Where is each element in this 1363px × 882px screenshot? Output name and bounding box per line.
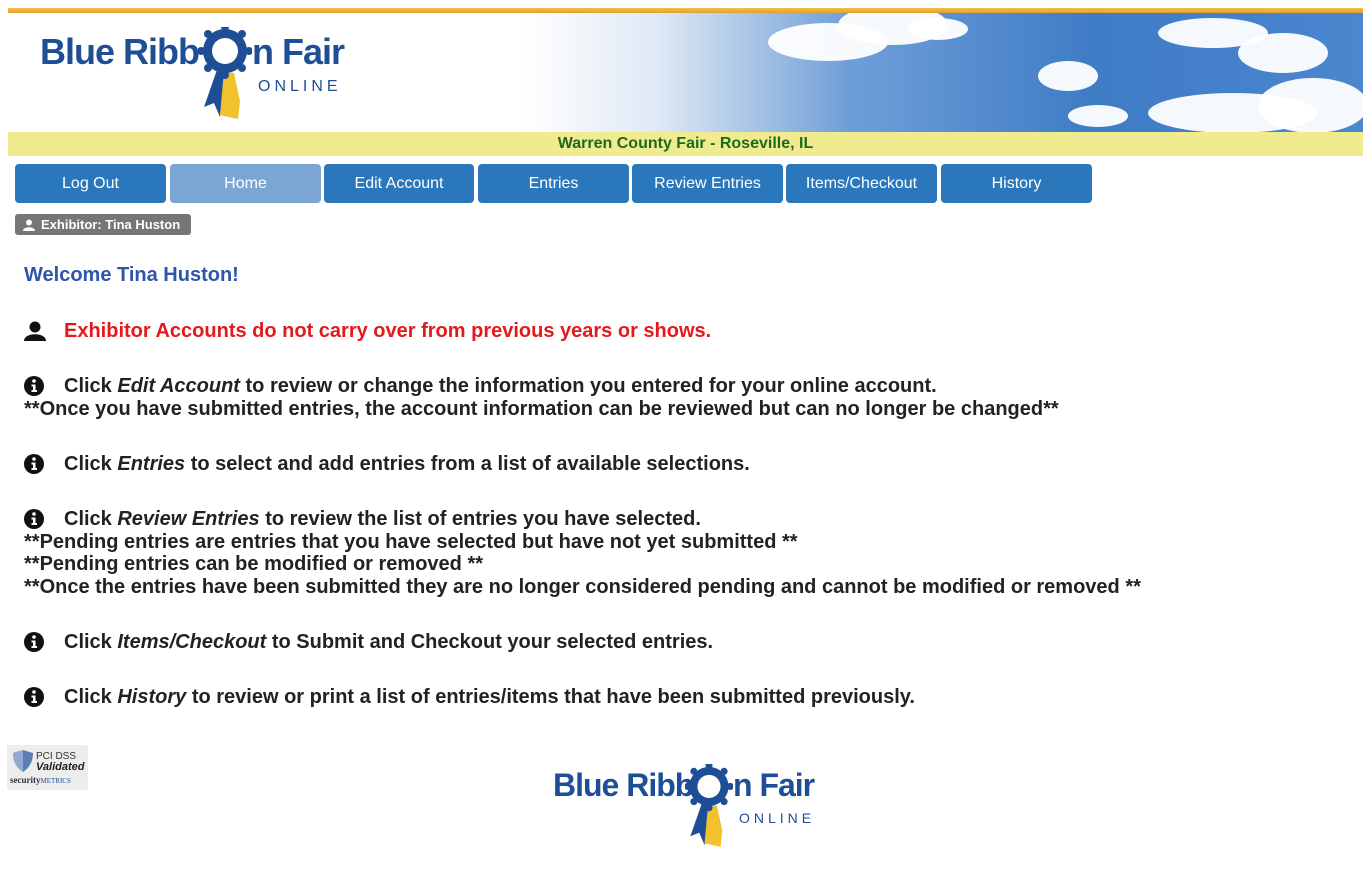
header-logo[interactable]: Blue Ribb n Fair ONLINE <box>40 23 360 128</box>
account-warning: Exhibitor Accounts do not carry over fro… <box>24 320 711 343</box>
entries-ref: Entries <box>117 453 186 475</box>
ribbon-icon <box>685 764 733 847</box>
logo-online-text: ONLINE <box>739 810 816 826</box>
exhibitor-name: Exhibitor: Tina Huston <box>41 217 181 232</box>
pci-dss-badge[interactable]: PCI DSS Validated securityMETRICS <box>7 745 88 790</box>
entries-info: Click Entries to select and add entries … <box>24 453 750 476</box>
nav-log-out-button[interactable]: Log Out <box>15 164 166 203</box>
edit-account-info: Click Edit Account to review or change t… <box>24 375 1059 420</box>
nav-entries-button[interactable]: Entries <box>478 164 629 203</box>
warning-text: Exhibitor Accounts do not carry over fro… <box>64 320 712 342</box>
logo-text-right: n Fair <box>252 31 345 72</box>
user-icon <box>23 219 35 231</box>
review-entries-note-3: **Once the entries have been submitted t… <box>24 575 1141 598</box>
nav-review-entries-button[interactable]: Review Entries <box>632 164 783 203</box>
ribbon-icon <box>198 27 252 119</box>
shield-icon <box>13 750 33 772</box>
review-entries-note-1: **Pending entries are entries that you h… <box>24 530 798 553</box>
nav-edit-account-button[interactable]: Edit Account <box>324 164 474 203</box>
user-icon <box>24 321 46 342</box>
welcome-heading: Welcome Tina Huston! <box>24 264 239 286</box>
fair-title-bar: Warren County Fair - Roseville, IL <box>8 132 1363 156</box>
history-info: Click History to review or print a list … <box>24 686 915 709</box>
info-icon <box>24 454 44 475</box>
checkout-ref: Items/Checkout <box>117 631 267 653</box>
logo-text-left: Blue Ribb <box>553 767 694 803</box>
header-banner: Blue Ribb n Fair ONLINE <box>8 13 1363 132</box>
edit-account-ref: Edit Account <box>117 375 240 397</box>
checkout-info: Click Items/Checkout to Submit and Check… <box>24 631 713 654</box>
footer-logo[interactable]: Blue Ribb n Fair ONLINE <box>553 764 843 854</box>
securitymetrics-brand: securityMETRICS <box>10 775 71 785</box>
info-icon <box>24 687 44 708</box>
pci-validated: Validated <box>36 761 85 773</box>
logo-text-right: n Fair <box>733 767 815 803</box>
review-entries-note-2: **Pending entries can be modified or rem… <box>24 553 484 575</box>
nav-items-checkout-button[interactable]: Items/Checkout <box>786 164 937 203</box>
review-entries-info: Click Review Entries to review the list … <box>24 508 1141 598</box>
edit-account-note: **Once you have submitted entries, the a… <box>24 397 1059 420</box>
exhibitor-badge: Exhibitor: Tina Huston <box>15 214 192 235</box>
nav-history-button[interactable]: History <box>941 164 1092 203</box>
logo-online-text: ONLINE <box>258 78 342 95</box>
info-icon <box>24 509 44 530</box>
info-icon <box>24 376 44 397</box>
nav-home-button[interactable]: Home <box>170 164 321 203</box>
logo-text-left: Blue Ribb <box>40 31 200 72</box>
review-entries-ref: Review Entries <box>117 508 260 530</box>
info-icon <box>24 632 44 653</box>
history-ref: History <box>117 686 187 708</box>
